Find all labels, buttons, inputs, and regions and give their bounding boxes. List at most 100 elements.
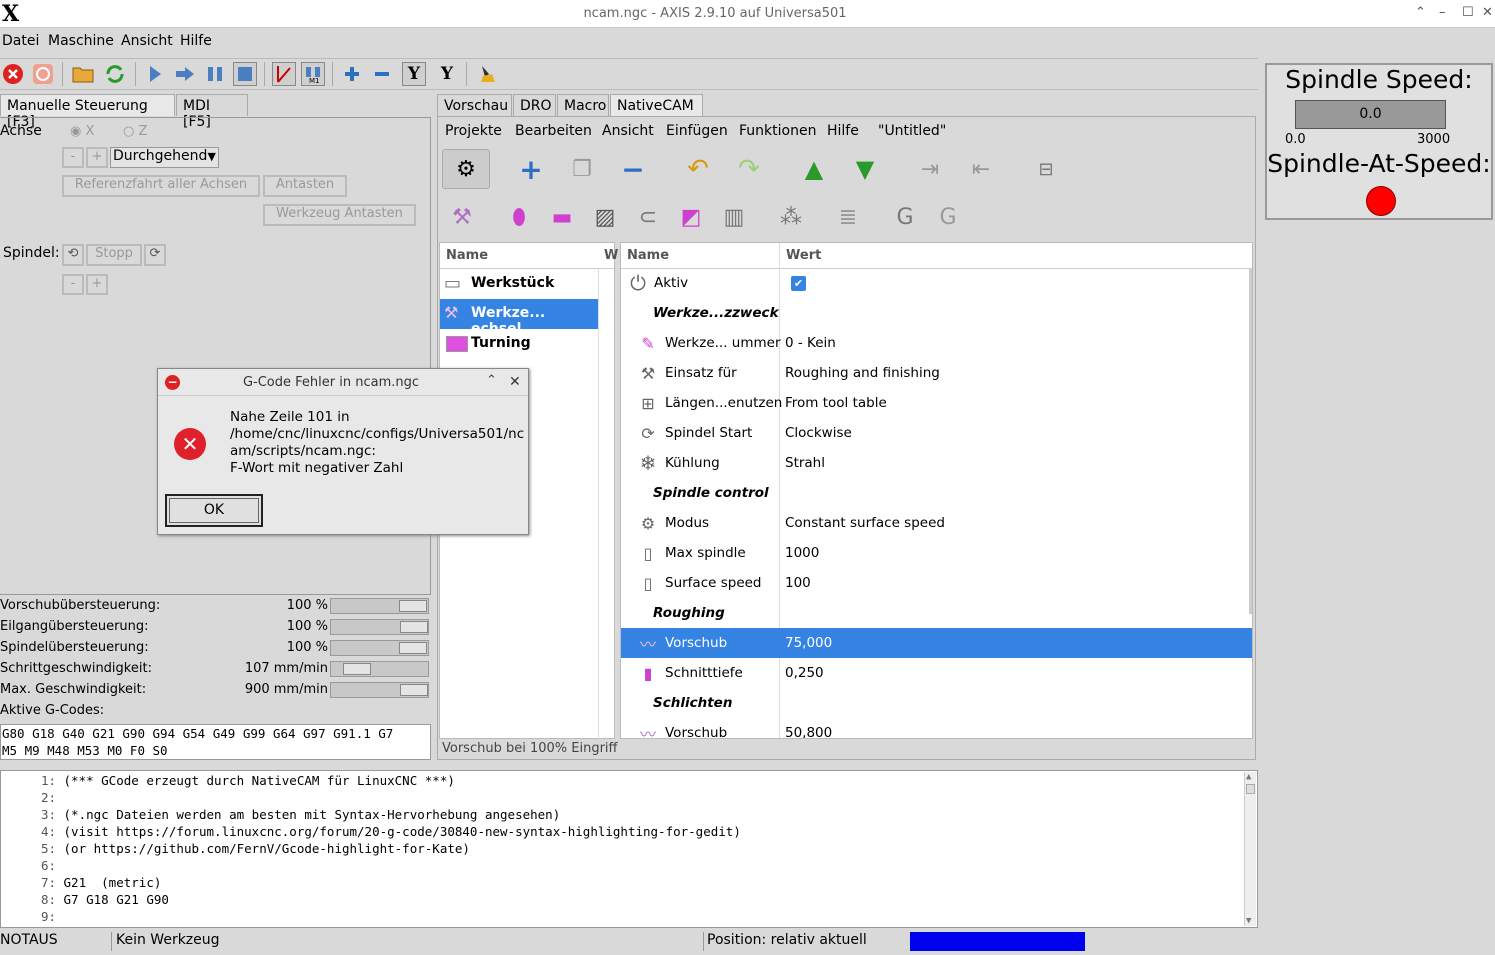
indent-icon[interactable]: ⇥ <box>914 153 946 185</box>
prop-row[interactable]: ⚒ Einsatz für Roughing and finishing <box>621 358 1252 388</box>
tree-header-name[interactable]: Name <box>440 243 600 269</box>
tab-macro[interactable]: Macro <box>557 94 609 116</box>
slider-handle[interactable] <box>398 600 427 612</box>
spindle-override-slider[interactable] <box>330 640 429 656</box>
home-all-button[interactable]: Referenzfahrt aller Achsen <box>62 175 260 197</box>
prop-row[interactable]: ⚙ Modus Constant surface speed <box>621 508 1252 538</box>
gcode-editor[interactable]: 1: (*** GCode erzeugt durch NativeCAM fü… <box>0 770 1258 928</box>
prop-row[interactable]: ❄ Kühlung Strahl <box>621 448 1252 478</box>
menu-hilfe[interactable]: Hilfe <box>180 33 212 49</box>
maximize-icon[interactable]: ☐ <box>1462 5 1474 20</box>
settings-gear-icon[interactable]: ⚙ <box>442 149 490 189</box>
tab-nativecam[interactable]: NativeCAM <box>610 94 703 116</box>
ncam-menu-hilfe[interactable]: Hilfe <box>827 123 859 139</box>
optional-stop-icon[interactable]: M1 <box>301 62 325 86</box>
power-icon[interactable] <box>31 62 55 86</box>
boring-icon[interactable]: ⊂ <box>632 201 664 233</box>
turning-icon[interactable]: ▬ <box>546 201 578 233</box>
minimize-icon[interactable]: – <box>1439 5 1446 20</box>
thread-icon[interactable]: ≣ <box>832 201 864 233</box>
tree-item[interactable]: Turning <box>440 329 598 359</box>
move-down-icon[interactable]: ▼ <box>849 153 881 185</box>
ncam-menu-projekte[interactable]: Projekte <box>445 123 502 139</box>
scroll-down-icon[interactable]: ▼ <box>1246 916 1251 926</box>
tree-header-w[interactable]: W <box>600 243 618 269</box>
view-y-icon[interactable]: Y <box>402 62 426 86</box>
tab-mdi[interactable]: MDI [F5] <box>176 94 248 130</box>
prop-row[interactable]: ⟳ Spindel Start Clockwise <box>621 418 1252 448</box>
jog-mode-select[interactable]: Durchgehend ▼ <box>110 147 219 168</box>
spindle-minus-button[interactable]: - <box>62 274 84 295</box>
chevron-up-icon[interactable]: ⌃ <box>486 373 497 388</box>
prop-row[interactable]: ✎ Werkze... ummer 0 - Kein <box>621 328 1252 358</box>
estop-icon[interactable] <box>1 62 25 86</box>
move-up-icon[interactable]: ▲ <box>798 153 830 185</box>
tool-change-icon[interactable]: ⚒ <box>446 201 478 233</box>
jog-minus-button[interactable]: - <box>62 147 84 168</box>
editor-scrollbar[interactable]: ▲ ▼ <box>1244 772 1256 926</box>
reload-icon[interactable] <box>103 62 127 86</box>
ok-button[interactable]: OK <box>165 494 263 527</box>
prop-row-selected[interactable]: 〰 Vorschub 75,000 <box>621 628 1252 658</box>
tool-touch-off-button[interactable]: Werkzeug Antasten <box>263 204 416 226</box>
drill-pattern-icon[interactable]: ⁂ <box>775 201 807 233</box>
tab-preview[interactable]: Vorschau <box>437 94 512 116</box>
ncam-menu-bearbeiten[interactable]: Bearbeiten <box>515 123 592 139</box>
active-gcodes-box[interactable]: G80 G18 G40 G21 G90 G94 G54 G49 G99 G64 … <box>0 724 431 760</box>
max-velocity-slider[interactable] <box>330 682 429 698</box>
scroll-thumb[interactable] <box>1246 784 1255 794</box>
spindle-cw-icon[interactable]: ⟳ <box>144 244 166 266</box>
prop-row[interactable]: 〰 Vorschub 50,800 <box>621 718 1252 738</box>
feed-override-slider[interactable] <box>330 598 429 614</box>
jog-speed-slider[interactable] <box>330 661 429 677</box>
pause-icon[interactable] <box>203 62 227 86</box>
tab-manual[interactable]: Manuelle Steuerung [F3] <box>0 94 175 130</box>
run-icon[interactable] <box>143 62 167 86</box>
slider-handle[interactable] <box>399 684 428 696</box>
chevron-up-icon[interactable]: ⌃ <box>1415 5 1426 20</box>
profile-icon[interactable]: ◩ <box>675 201 707 233</box>
close-icon[interactable]: ✕ <box>509 374 521 390</box>
gcode-block-icon[interactable]: G <box>932 201 964 233</box>
spindle-ccw-icon[interactable]: ⟲ <box>62 244 84 266</box>
menu-maschine[interactable]: Maschine <box>48 33 114 49</box>
redo-icon[interactable]: ↷ <box>733 153 765 185</box>
rapid-override-slider[interactable] <box>330 619 429 635</box>
groove-icon[interactable]: ▥ <box>718 201 750 233</box>
close-icon[interactable]: ✕ <box>1482 5 1493 20</box>
clear-plot-icon[interactable] <box>475 62 499 86</box>
view-y-rotated-icon[interactable]: Y <box>435 62 459 86</box>
touch-off-button[interactable]: Antasten <box>263 175 347 197</box>
tab-dro[interactable]: DRO <box>513 94 556 116</box>
scrollbar[interactable] <box>1249 269 1252 614</box>
slider-handle[interactable] <box>342 663 371 675</box>
unindent-icon[interactable]: ⇤ <box>965 153 997 185</box>
zoom-out-icon[interactable] <box>370 62 394 86</box>
ncam-menu-ansicht[interactable]: Ansicht <box>602 123 654 139</box>
step-icon[interactable] <box>173 62 197 86</box>
undo-icon[interactable]: ↶ <box>682 153 714 185</box>
facing-icon[interactable]: ▨ <box>589 201 621 233</box>
cylinder-icon[interactable]: ⬮ <box>503 201 535 233</box>
props-header-name[interactable]: Name <box>621 243 780 269</box>
block-delete-icon[interactable] <box>272 62 296 86</box>
scroll-up-icon[interactable]: ▲ <box>1246 772 1251 782</box>
axis-z-radio[interactable]: ○ Z <box>123 124 147 139</box>
axis-x-radio[interactable]: ◉ X <box>70 124 94 139</box>
slider-handle[interactable] <box>399 621 428 633</box>
menu-datei[interactable]: Datei <box>2 33 39 49</box>
tree-item-selected[interactable]: ⚒ Werkze... echsel <box>440 299 598 337</box>
ncam-menu-funktionen[interactable]: Funktionen <box>739 123 816 139</box>
spindle-stop-button[interactable]: Stopp <box>86 244 142 266</box>
stop-icon[interactable] <box>233 62 257 86</box>
menu-ansicht[interactable]: Ansicht <box>121 33 173 49</box>
aktiv-checkbox[interactable]: ✔ <box>791 276 806 291</box>
jog-plus-button[interactable]: + <box>86 147 108 168</box>
tree-item[interactable]: ▭ Werkstück <box>440 269 598 299</box>
collapse-icon[interactable]: ⊟ <box>1030 153 1062 185</box>
props-header-value[interactable]: Wert <box>780 243 1252 269</box>
duplicate-icon[interactable]: ❐ <box>566 153 598 185</box>
prop-row[interactable]: ⊞ Längen...enutzen From tool table <box>621 388 1252 418</box>
prop-row[interactable]: ▮ Schnitttiefe 0,250 <box>621 658 1252 688</box>
spindle-plus-button[interactable]: + <box>86 274 108 295</box>
